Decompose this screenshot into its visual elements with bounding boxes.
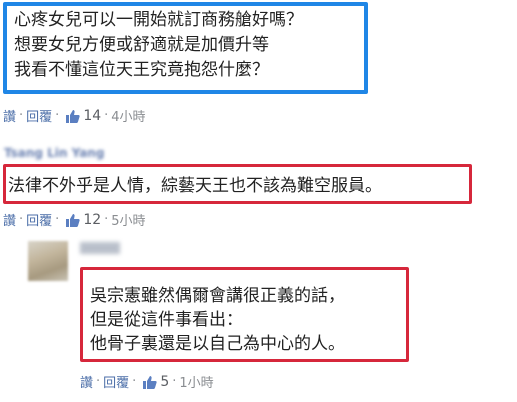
comment-3-text: 吳宗憲雖然偶爾會講很正義的話， 但是從這件事看出： 他骨子裏還是以自己為中心的人… — [90, 284, 345, 356]
comment-3-like-link[interactable]: 讚 — [80, 372, 93, 391]
comment-3-actions: 讚 · 回覆 · 5 · 1小時 — [80, 372, 214, 392]
comment-3-timestamp[interactable]: 1小時 — [179, 372, 213, 391]
comment-1-line-3: 我看不懂這位天王究竟抱怨什麼？ — [14, 60, 269, 80]
comment-2-reply-link[interactable]: 回覆 — [26, 210, 52, 229]
comment-2-text: 法律不外乎是人情，綜藝天王也不該為難空服員。 — [8, 176, 382, 196]
comment-3-line-3: 他骨子裏還是以自己為中心的人。 — [90, 334, 345, 354]
comment-1-line-1: 心疼女兒可以一開始就訂商務艙好嗎？ — [14, 10, 303, 30]
separator-dot: · — [96, 374, 101, 389]
comment-2-like-link[interactable]: 讚 — [3, 210, 16, 229]
separator-dot: · — [104, 108, 109, 123]
comment-1-actions: 讚 · 回覆 · 14 · 4小時 — [3, 106, 146, 126]
thumbs-up-icon[interactable] — [65, 213, 80, 227]
comment-3-line-2: 但是從這件事看出： — [90, 310, 243, 330]
comment-1-like-link[interactable]: 讚 — [3, 106, 16, 125]
separator-dot: · — [55, 108, 60, 123]
comment-3-reply-link[interactable]: 回覆 — [103, 372, 129, 391]
separator-dot: · — [19, 108, 24, 123]
avatar[interactable] — [28, 241, 68, 281]
comment-1-reply-link[interactable]: 回覆 — [26, 106, 52, 125]
separator-dot: · — [104, 212, 109, 227]
comment-2-timestamp[interactable]: 5小時 — [111, 210, 145, 229]
comment-3-like-count: 5 — [160, 373, 170, 390]
comment-2-actions: 讚 · 回覆 · 12 · 5小時 — [3, 210, 146, 230]
separator-dot: · — [172, 374, 177, 389]
comment-1-line-2: 想要女兒方便或舒適就是加價升等 — [14, 35, 269, 55]
comment-2-author[interactable]: Tsang Lin Yang — [4, 146, 160, 160]
thumbs-up-icon[interactable] — [65, 109, 80, 123]
comment-1-like-count: 14 — [83, 107, 102, 124]
thumbs-up-icon[interactable] — [142, 375, 157, 389]
comment-3-author-blurred[interactable] — [80, 242, 120, 254]
separator-dot: · — [132, 374, 137, 389]
comment-1-timestamp[interactable]: 4小時 — [111, 106, 145, 125]
comment-2-like-count: 12 — [83, 211, 102, 228]
separator-dot: · — [19, 212, 24, 227]
comment-3-line-1: 吳宗憲雖然偶爾會講很正義的話， — [90, 286, 345, 306]
comment-1-text: 心疼女兒可以一開始就訂商務艙好嗎？ 想要女兒方便或舒適就是加價升等 我看不懂這位… — [14, 8, 303, 83]
separator-dot: · — [55, 212, 60, 227]
